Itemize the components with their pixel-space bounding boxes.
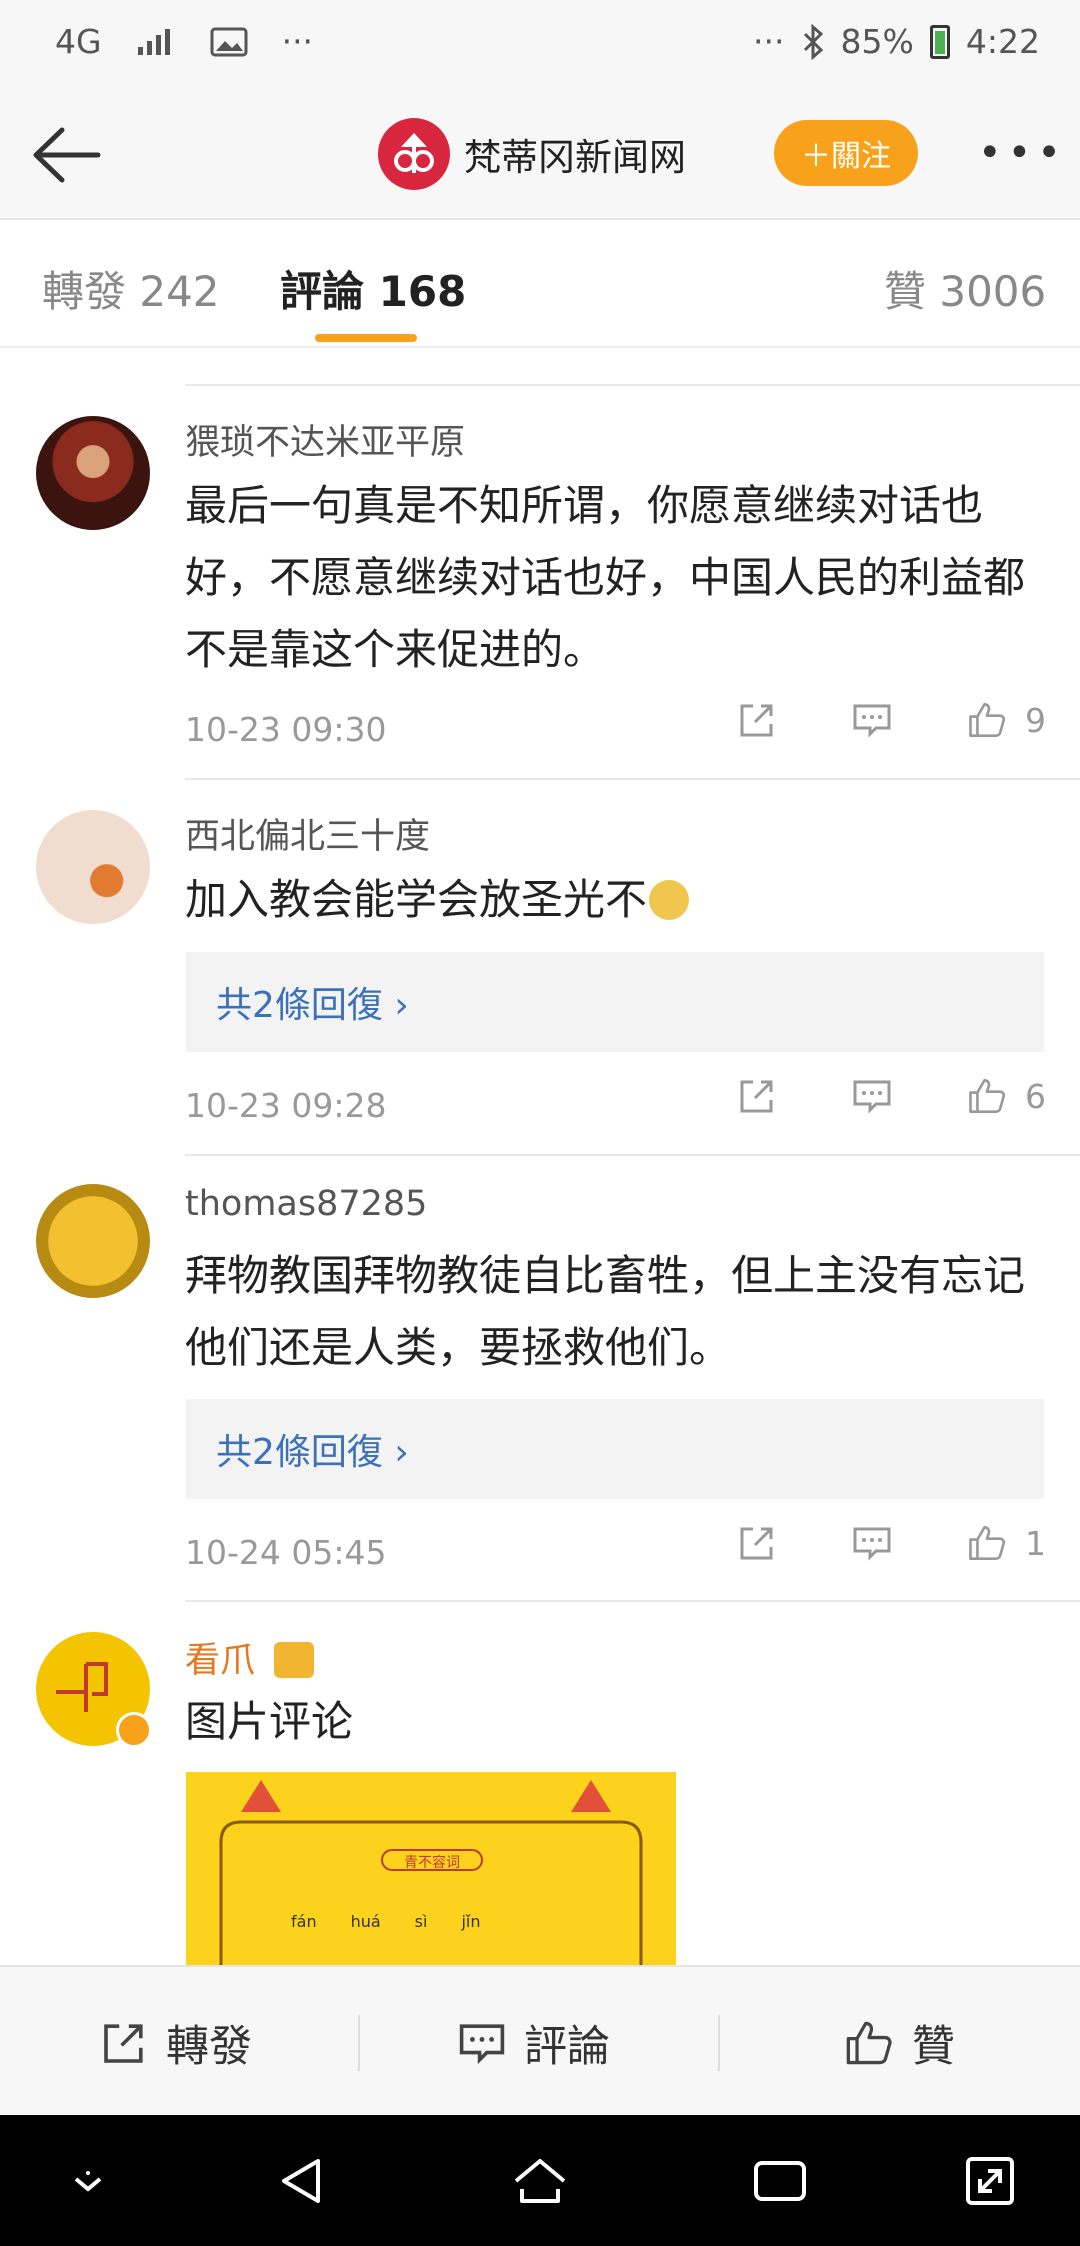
like-label: 贊	[912, 2022, 955, 2072]
repost-button[interactable]: 轉發	[100, 2012, 252, 2074]
home-nav-icon[interactable]	[508, 2149, 572, 2213]
pinyin-fan: fán	[291, 1912, 317, 1931]
comment-meta: 10-23 09:28 6	[185, 1076, 1046, 1136]
comment-username[interactable]: 看爪	[185, 1632, 315, 1683]
separator	[718, 2015, 720, 2071]
account-name: 梵蒂冈新闻网	[464, 136, 686, 179]
image-cartoon-frame-icon	[219, 1780, 643, 1972]
status-more: ···	[281, 22, 314, 61]
tab-bar: 轉發 242 評論 168 贊 3006	[0, 218, 1080, 348]
doge-emoji-icon	[649, 880, 690, 920]
vatican-news-logo-icon	[378, 118, 450, 190]
comment-icon[interactable]	[852, 1076, 892, 1116]
comment-icon[interactable]	[852, 1523, 892, 1563]
status-bar: 4G ··· ··· 85% 4:22	[0, 0, 1080, 90]
comment-icon	[459, 2024, 505, 2065]
hide-keyboard-icon[interactable]	[56, 2149, 120, 2213]
view-replies-link[interactable]: 共2條回復 ›	[186, 1399, 1044, 1499]
follow-button[interactable]: ＋關注	[774, 120, 918, 186]
comment-username[interactable]: thomas87285	[185, 1184, 427, 1224]
status-more-right: ···	[753, 22, 785, 61]
comment-text: 图片评论	[185, 1697, 354, 1746]
image-tag: 青不容词	[404, 1855, 460, 1871]
account-title[interactable]: 梵蒂冈新闻网	[378, 118, 686, 190]
divider	[185, 1154, 1080, 1156]
pinyin-jin: jǐn	[461, 1912, 481, 1931]
comment-username[interactable]: 西北偏北三十度	[185, 808, 430, 859]
back-nav-icon[interactable]	[270, 2149, 334, 2213]
pinyin-si: sì	[414, 1912, 428, 1931]
tab-likes[interactable]: 贊 3006	[884, 258, 1046, 319]
like-count: 9	[1025, 700, 1046, 740]
like-icon[interactable]	[967, 700, 1007, 740]
repost-icon[interactable]	[737, 1523, 777, 1563]
like-count: 6	[1025, 1076, 1046, 1116]
tab-comments[interactable]: 評論 168	[280, 258, 466, 319]
comment-text-content: 加入教会能学会放圣光不	[185, 875, 648, 924]
separator	[358, 2015, 360, 2071]
battery-icon	[929, 24, 950, 59]
like-icon	[846, 2021, 892, 2065]
comment-text: 拜物教国拜物教徒自比畜牲，但上主没有忘记他们还是人类，要拯救他们。	[185, 1251, 1026, 1372]
repost-icon[interactable]	[737, 1076, 777, 1116]
comment-text: 最后一句真是不知所谓，你愿意继续对话也好，不愿意继续对话也好，中国人民的利益都不…	[185, 481, 1026, 674]
crown-badge-icon	[274, 1642, 315, 1678]
comment-username-text: 看爪	[185, 1641, 256, 1681]
repost-label: 轉發	[166, 2022, 252, 2072]
like-icon[interactable]	[967, 1076, 1007, 1116]
comment-text: 加入教会能学会放圣光不	[185, 864, 1045, 936]
comment-label: 評論	[524, 2022, 610, 2072]
verified-badge-icon	[116, 1712, 152, 1748]
comment-time: 10-23 09:30	[185, 710, 387, 749]
clock: 4:22	[965, 22, 1040, 61]
comment-time: 10-24 05:45	[185, 1533, 387, 1572]
divider	[185, 1600, 1080, 1602]
back-arrow-icon[interactable]	[28, 120, 108, 190]
comment-button[interactable]: 評論	[458, 2012, 610, 2074]
like-icon[interactable]	[967, 1523, 1007, 1563]
comment-image[interactable]: 青不容词 fán huá sì jǐn	[186, 1772, 676, 1972]
comment-icon[interactable]	[852, 700, 892, 740]
battery-percent: 85%	[840, 22, 914, 61]
pinyin-hua: huá	[350, 1912, 381, 1931]
comment-time: 10-23 09:28	[185, 1086, 387, 1125]
system-navigation-bar	[0, 2115, 1080, 2246]
bottom-action-bar: 轉發 評論 贊	[0, 1965, 1080, 2115]
network-indicator: 4G	[55, 22, 102, 61]
top-nav: 梵蒂冈新闻网 ＋關注 •••	[0, 90, 1080, 218]
tab-reposts[interactable]: 轉發 242	[42, 258, 220, 319]
avatar[interactable]	[36, 810, 150, 924]
active-tab-indicator	[315, 334, 417, 342]
like-count: 1	[1025, 1523, 1046, 1563]
image-pinyin-row: fán huá sì jǐn	[291, 1912, 480, 1931]
bluetooth-icon	[803, 23, 823, 60]
comment-meta: 10-23 09:30 9	[185, 700, 1046, 760]
signal-icon	[137, 28, 170, 55]
repost-icon[interactable]	[737, 700, 777, 740]
avatar[interactable]	[36, 1632, 152, 1748]
divider	[185, 384, 1080, 386]
repost-icon	[104, 2024, 143, 2063]
avatar[interactable]	[36, 416, 150, 530]
like-button[interactable]: 贊	[844, 2012, 955, 2074]
divider	[185, 778, 1080, 780]
expand-screen-icon[interactable]	[958, 2149, 1022, 2213]
image-icon	[210, 27, 248, 56]
recent-apps-icon[interactable]	[748, 2149, 812, 2213]
view-replies-link[interactable]: 共2條回復 ›	[186, 952, 1044, 1052]
comment-username[interactable]: 猥琐不达米亚平原	[185, 414, 465, 465]
avatar[interactable]	[36, 1184, 150, 1298]
comment-meta: 10-24 05:45 1	[185, 1523, 1046, 1583]
more-menu-icon[interactable]: •••	[978, 130, 1067, 176]
